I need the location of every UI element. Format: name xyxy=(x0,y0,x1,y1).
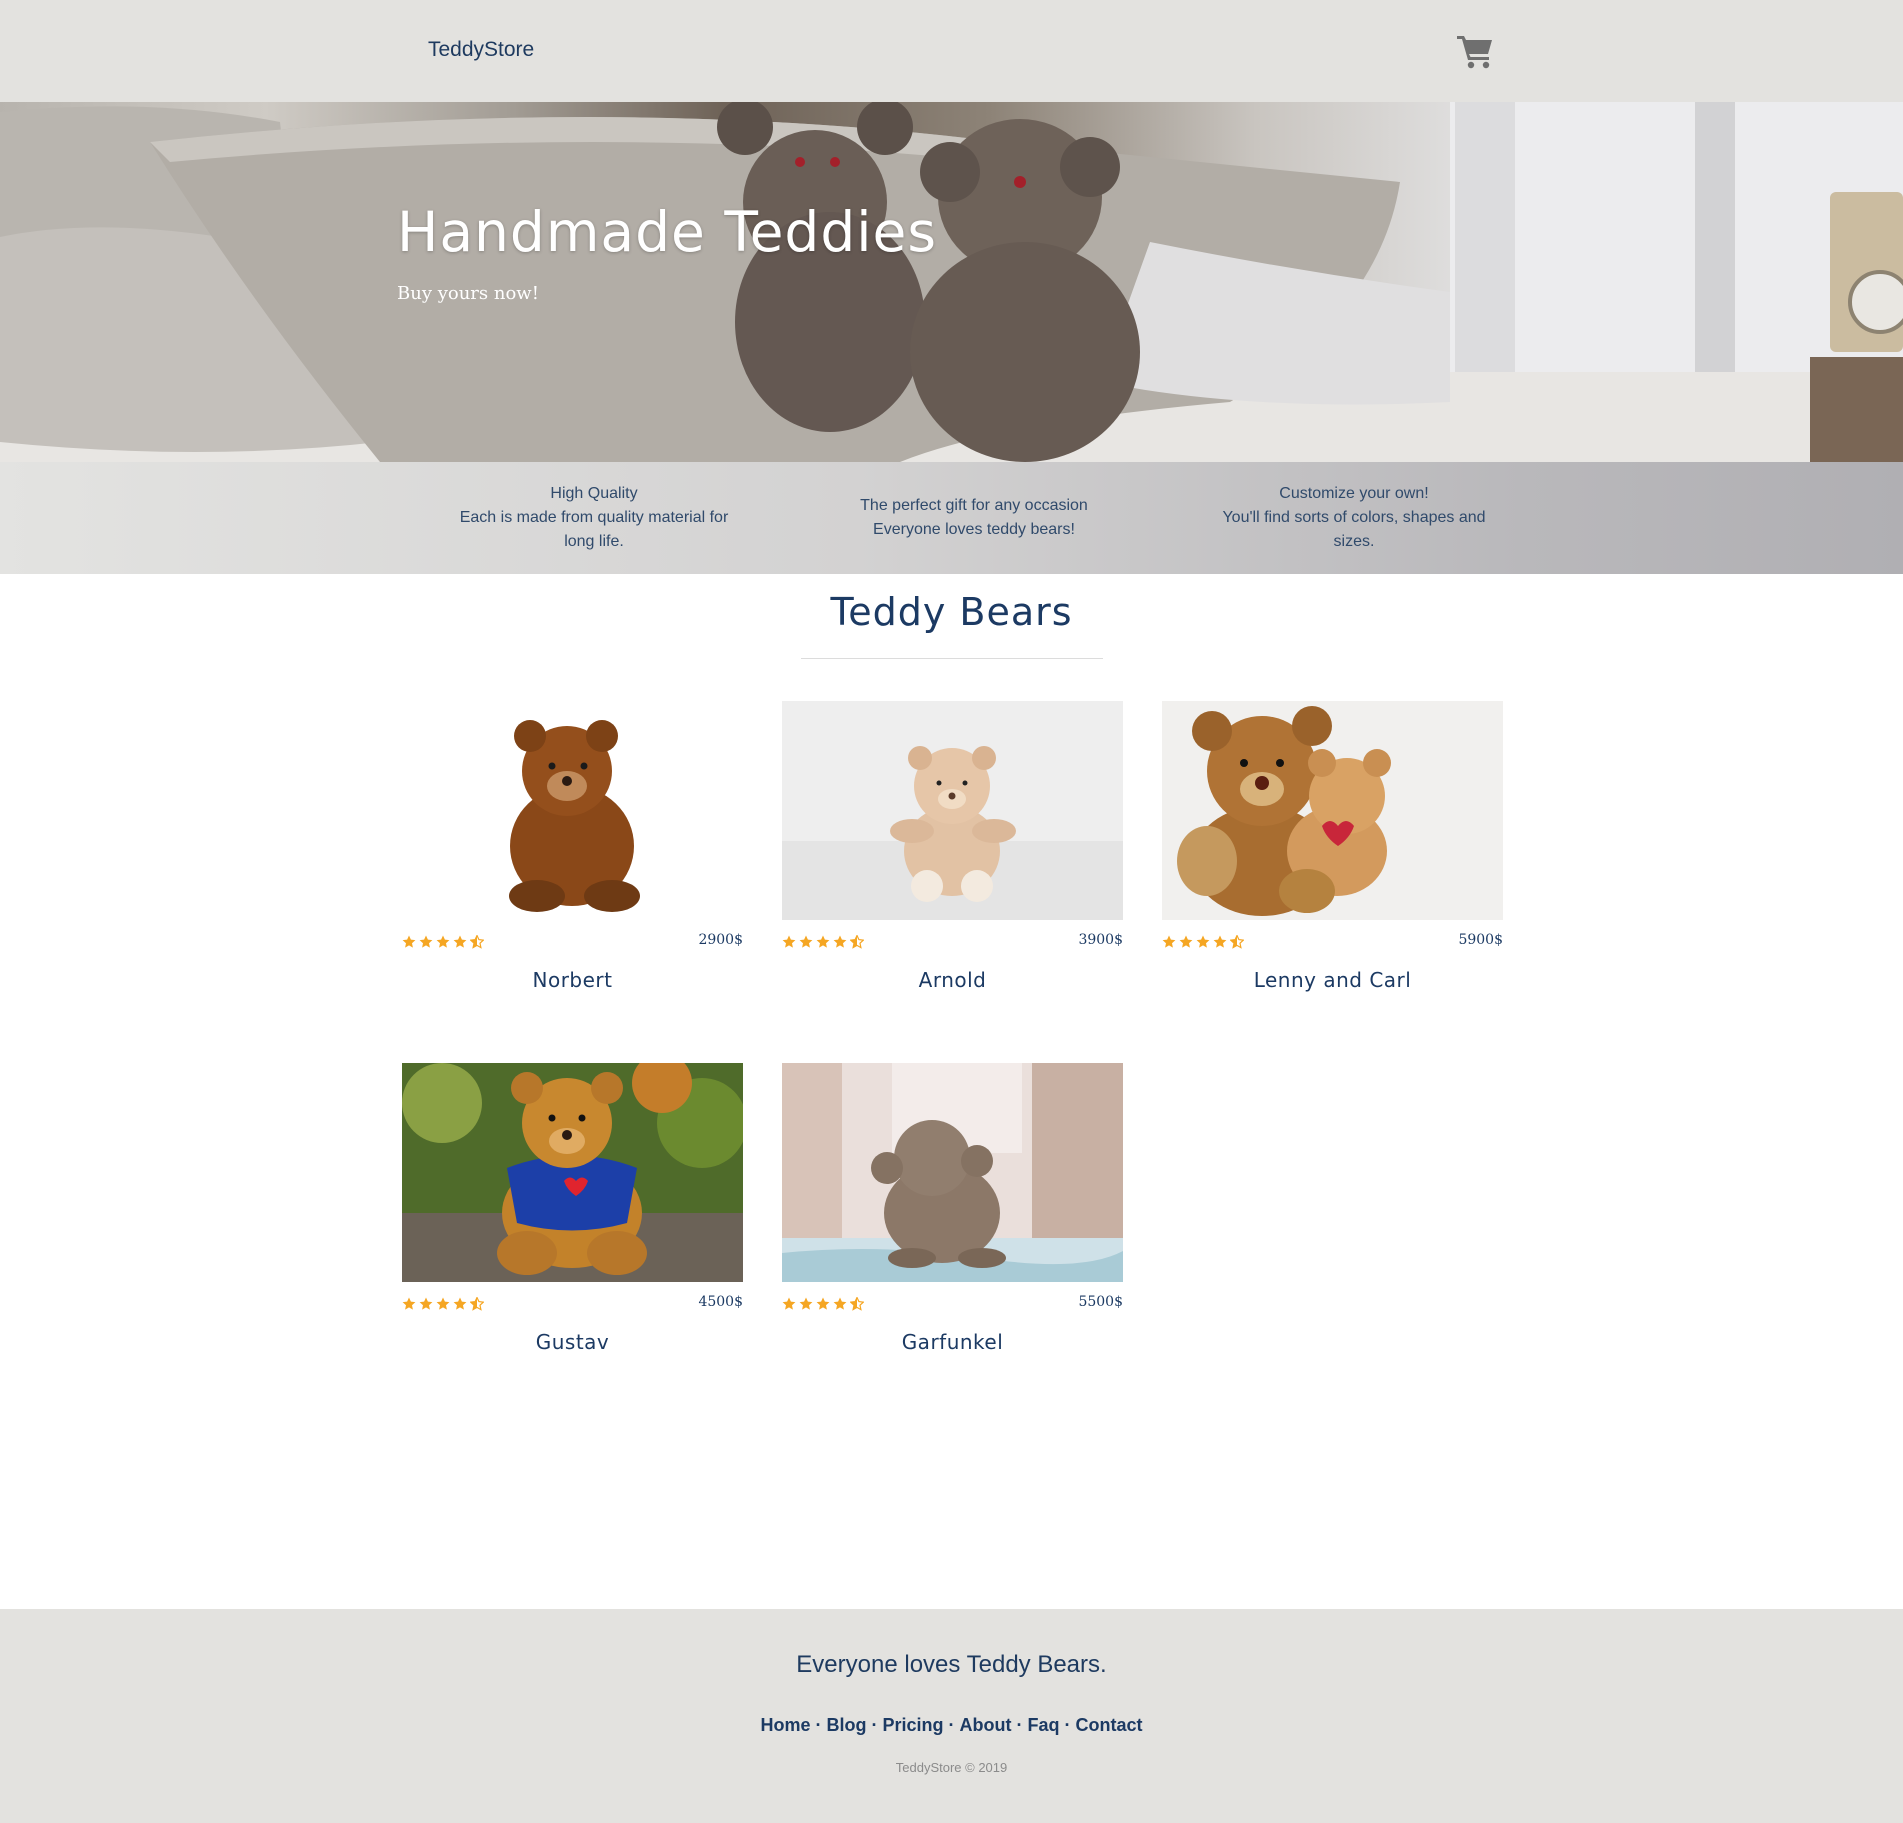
product-image[interactable] xyxy=(782,1063,1123,1282)
star-icon xyxy=(436,1297,450,1310)
star-icon xyxy=(402,1297,416,1310)
product-name[interactable]: Lenny and Carl xyxy=(1162,968,1503,992)
feature-title: The perfect gift for any occasion xyxy=(860,497,1088,514)
product-price: 4500$ xyxy=(698,1294,743,1310)
rating-stars xyxy=(402,935,484,949)
product-price: 5500$ xyxy=(1078,1294,1123,1310)
product-name[interactable]: Arnold xyxy=(782,968,1123,992)
star-half-icon xyxy=(470,1297,484,1311)
footer-link-home[interactable]: Home xyxy=(760,1715,810,1735)
star-icon xyxy=(453,935,467,948)
star-icon xyxy=(1196,935,1210,948)
feature-text: You'll find sorts of colors, shapes and … xyxy=(1222,509,1486,550)
hero-banner: Handmade Teddies Buy yours now! xyxy=(0,102,1903,462)
star-icon xyxy=(1213,935,1227,948)
product-card-garfunkel[interactable]: 5500$ Garfunkel xyxy=(782,1063,1123,1354)
separator-dot: · xyxy=(871,1715,878,1735)
star-icon xyxy=(402,935,416,948)
rating-stars xyxy=(782,935,864,949)
star-icon xyxy=(1179,935,1193,948)
feature-customize: Customize your own! You'll find sorts of… xyxy=(1213,462,1495,574)
footer-link-pricing[interactable]: Pricing xyxy=(883,1715,944,1735)
feature-text: Everyone loves teddy bears! xyxy=(873,521,1075,538)
footer-link-about[interactable]: About xyxy=(960,1715,1012,1735)
rating-stars xyxy=(782,1297,864,1311)
product-image[interactable] xyxy=(402,1063,743,1282)
feature-title: Customize your own! xyxy=(1279,485,1429,502)
star-icon xyxy=(419,1297,433,1310)
footer-links: Home · Blog · Pricing · About · Faq · Contact xyxy=(0,1715,1903,1736)
star-icon xyxy=(436,935,450,948)
product-card-norbert[interactable]: 2900$ Norbert xyxy=(402,701,743,992)
rating-stars xyxy=(1162,935,1244,949)
star-half-icon xyxy=(850,935,864,949)
hero-title: Handmade Teddies xyxy=(397,200,938,264)
separator-dot: · xyxy=(1016,1715,1023,1735)
footer: Everyone loves Teddy Bears. Home · Blog · Pr… xyxy=(0,1609,1903,1823)
product-image[interactable] xyxy=(782,701,1123,920)
shopping-cart-icon[interactable] xyxy=(1455,32,1495,70)
footer-link-blog[interactable]: Blog xyxy=(827,1715,867,1735)
star-icon xyxy=(1162,935,1176,948)
feature-gift: The perfect gift for any occasion Everyo… xyxy=(840,462,1108,574)
product-card-lenny-and-carl[interactable]: 5900$ Lenny and Carl xyxy=(1162,701,1503,992)
product-name[interactable]: Gustav xyxy=(402,1330,743,1354)
separator-dot: · xyxy=(1064,1715,1071,1735)
product-name[interactable]: Garfunkel xyxy=(782,1330,1123,1354)
feature-title: High Quality xyxy=(550,485,638,502)
navbar: TeddyStore xyxy=(0,0,1903,102)
star-icon xyxy=(453,1297,467,1310)
star-icon xyxy=(816,1297,830,1310)
separator-dot: · xyxy=(948,1715,955,1735)
star-icon xyxy=(816,935,830,948)
brand-link[interactable]: TeddyStore xyxy=(428,38,534,62)
star-half-icon xyxy=(850,1297,864,1311)
product-name[interactable]: Norbert xyxy=(402,968,743,992)
star-icon xyxy=(799,1297,813,1310)
product-price: 3900$ xyxy=(1078,932,1123,948)
star-icon xyxy=(782,935,796,948)
rating-stars xyxy=(402,1297,484,1311)
section-divider xyxy=(801,658,1103,659)
footer-link-contact[interactable]: Contact xyxy=(1076,1715,1143,1735)
star-icon xyxy=(833,1297,847,1310)
star-icon xyxy=(419,935,433,948)
copyright: TeddyStore © 2019 xyxy=(895,1760,1008,1775)
product-price: 2900$ xyxy=(698,932,743,948)
feature-text: Each is made from quality material for l… xyxy=(459,509,729,550)
product-price: 5900$ xyxy=(1458,932,1503,948)
star-half-icon xyxy=(470,935,484,949)
section-title: Teddy Bears xyxy=(830,590,1073,634)
product-card-gustav[interactable]: 4500$ Gustav xyxy=(402,1063,743,1354)
product-image[interactable] xyxy=(1162,701,1503,920)
star-icon xyxy=(833,935,847,948)
star-icon xyxy=(782,1297,796,1310)
hero-image xyxy=(0,102,1903,462)
feature-quality: High Quality Each is made from quality m… xyxy=(444,462,744,574)
star-half-icon xyxy=(1230,935,1244,949)
features-strip: High Quality Each is made from quality m… xyxy=(0,462,1903,574)
product-card-arnold[interactable]: 3900$ Arnold xyxy=(782,701,1123,992)
footer-link-faq[interactable]: Faq xyxy=(1028,1715,1060,1735)
hero-subtitle: Buy yours now! xyxy=(397,283,539,304)
separator-dot: · xyxy=(815,1715,822,1735)
star-icon xyxy=(799,935,813,948)
footer-tagline: Everyone loves Teddy Bears. xyxy=(796,1651,1107,1678)
product-image[interactable] xyxy=(402,701,743,920)
